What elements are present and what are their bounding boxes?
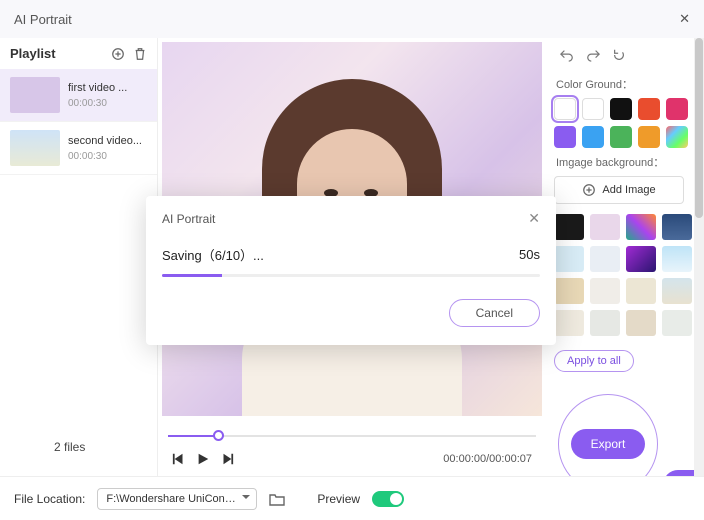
playlist-thumb xyxy=(10,77,60,113)
playlist-item[interactable]: second video... 00:00:30 xyxy=(0,122,157,175)
redo-icon[interactable] xyxy=(586,48,600,62)
play-icon[interactable] xyxy=(196,452,210,466)
sidebar: Playlist first video ... 00:00:30 second… xyxy=(0,38,158,476)
file-location-value: F:\Wondershare UniConverte... xyxy=(106,493,257,505)
modal-remaining-time: 50s xyxy=(519,247,540,262)
file-location-label: File Location: xyxy=(14,492,85,506)
playlist-item-duration: 00:00:30 xyxy=(68,151,142,162)
color-swatches xyxy=(554,98,696,148)
scrubber-knob[interactable] xyxy=(213,430,224,441)
color-swatch[interactable] xyxy=(582,126,604,148)
modal-status-text: Saving（6/10）... xyxy=(162,245,264,264)
preview-label: Preview xyxy=(317,492,360,506)
add-image-label: Add Image xyxy=(602,184,655,196)
color-swatch[interactable] xyxy=(666,98,688,120)
add-media-icon[interactable] xyxy=(111,47,125,61)
color-swatch[interactable] xyxy=(582,98,604,120)
scrollbar-track[interactable] xyxy=(694,38,704,476)
background-grid xyxy=(554,214,696,336)
add-image-button[interactable]: Add Image xyxy=(554,176,684,204)
playlist-item-title: first video ... xyxy=(68,82,127,94)
background-tile[interactable] xyxy=(626,278,656,304)
cancel-button[interactable]: Cancel xyxy=(449,299,540,327)
reset-icon[interactable] xyxy=(612,48,626,62)
color-swatch[interactable] xyxy=(666,126,688,148)
background-tile[interactable] xyxy=(662,246,692,272)
titlebar: AI Portrait ✕ xyxy=(0,0,704,38)
open-folder-icon[interactable] xyxy=(269,492,285,506)
background-tile[interactable] xyxy=(590,278,620,304)
color-swatch[interactable] xyxy=(610,126,632,148)
background-tile[interactable] xyxy=(626,310,656,336)
plus-icon xyxy=(582,183,596,197)
background-tile[interactable] xyxy=(626,246,656,272)
scrubber[interactable] xyxy=(168,426,536,446)
progress-bar xyxy=(162,274,540,277)
bottom-bar: File Location: F:\Wondershare UniConvert… xyxy=(0,476,704,520)
saving-modal: AI Portrait ✕ Saving（6/10）... 50s Cancel xyxy=(146,196,556,345)
background-tile[interactable] xyxy=(554,310,584,336)
preview-toggle[interactable] xyxy=(372,491,404,507)
file-location-select[interactable]: F:\Wondershare UniConverte... xyxy=(97,488,257,510)
background-tile[interactable] xyxy=(662,278,692,304)
app-title: AI Portrait xyxy=(14,12,72,27)
color-swatch[interactable] xyxy=(638,126,660,148)
background-tile[interactable] xyxy=(590,310,620,336)
playlist-header: Playlist xyxy=(0,38,157,69)
color-ground-label: Color Ground： xyxy=(556,76,696,92)
chevron-down-icon xyxy=(242,495,250,503)
next-frame-icon[interactable] xyxy=(220,452,234,466)
close-icon[interactable]: ✕ xyxy=(679,11,690,27)
player-controls: 00:00:00/00:00:07 xyxy=(158,446,546,476)
playlist-thumb xyxy=(10,130,60,166)
color-swatch[interactable] xyxy=(554,126,576,148)
background-tile[interactable] xyxy=(626,214,656,240)
apply-to-all-button[interactable]: Apply to all xyxy=(554,350,634,372)
files-count: 2 files xyxy=(54,440,85,454)
color-swatch[interactable] xyxy=(610,98,632,120)
undo-icon[interactable] xyxy=(560,48,574,62)
playlist-item[interactable]: first video ... 00:00:30 xyxy=(0,69,157,122)
prev-frame-icon[interactable] xyxy=(172,452,186,466)
background-tile[interactable] xyxy=(662,214,692,240)
color-swatch[interactable] xyxy=(554,98,576,120)
modal-title: AI Portrait xyxy=(162,212,215,226)
background-tile[interactable] xyxy=(590,246,620,272)
background-tile[interactable] xyxy=(590,214,620,240)
background-tile[interactable] xyxy=(554,278,584,304)
background-tile[interactable] xyxy=(554,214,584,240)
export-button[interactable]: Export xyxy=(571,429,646,459)
playlist-item-duration: 00:00:30 xyxy=(68,98,127,109)
playlist-heading: Playlist xyxy=(10,46,56,61)
background-tile[interactable] xyxy=(662,310,692,336)
delete-icon[interactable] xyxy=(133,47,147,61)
color-swatch[interactable] xyxy=(638,98,660,120)
playlist-item-title: second video... xyxy=(68,135,142,147)
image-background-label: Imgage background： xyxy=(556,154,696,170)
scrollbar-thumb[interactable] xyxy=(695,38,703,218)
background-tile[interactable] xyxy=(554,246,584,272)
player-time: 00:00:00/00:00:07 xyxy=(443,453,532,465)
modal-close-icon[interactable]: ✕ xyxy=(528,210,540,227)
